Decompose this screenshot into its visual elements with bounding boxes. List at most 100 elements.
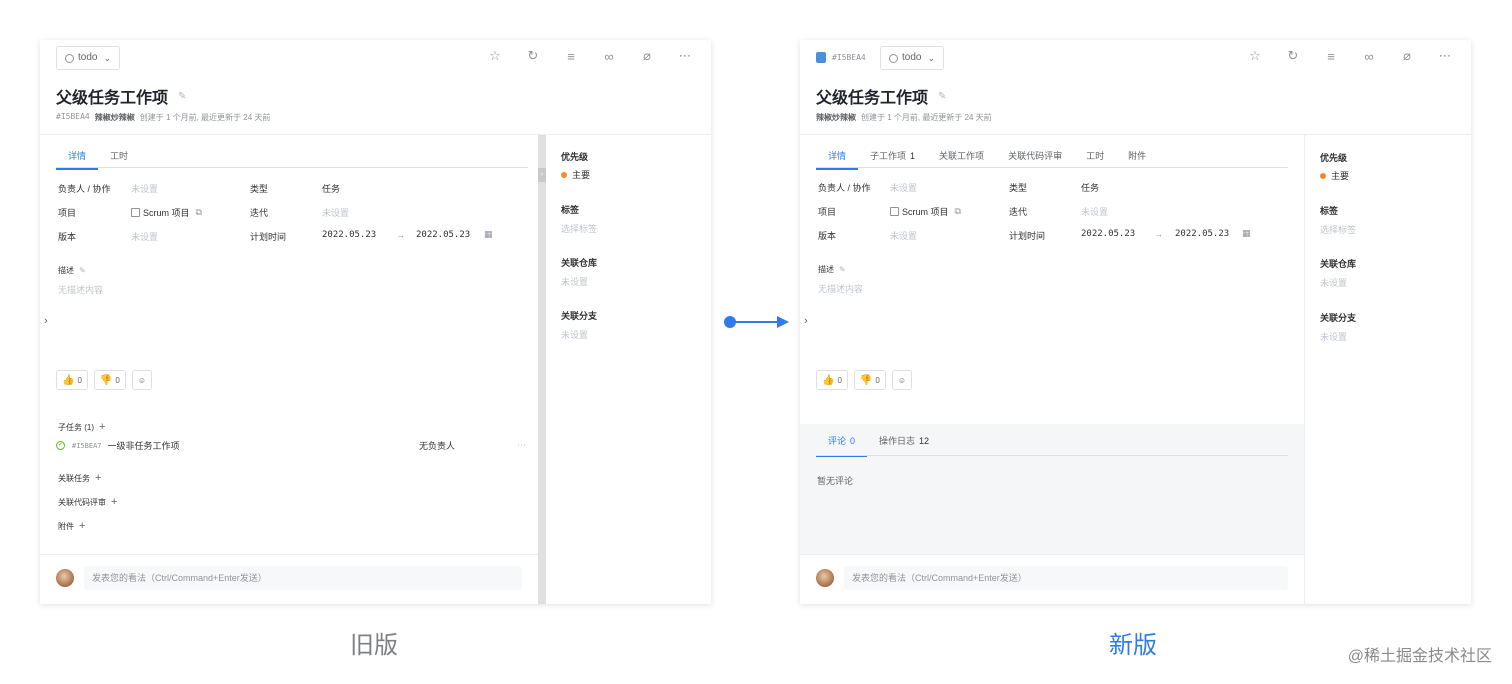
repo-value[interactable]: 未设置 bbox=[1320, 276, 1347, 289]
paperclip-icon[interactable]: ⌀ bbox=[1399, 48, 1415, 64]
more-icon[interactable]: ⋯ bbox=[677, 48, 693, 64]
link-icon[interactable]: ∞ bbox=[1361, 48, 1377, 64]
main-content: 详情 工时 负责人 / 协作 未设置 类型 任务 项目 Scrum 项目 ⧉ 迭… bbox=[40, 135, 538, 604]
expand-arrow-icon[interactable]: › bbox=[804, 315, 808, 327]
iteration-value[interactable]: 未设置 bbox=[1081, 205, 1108, 218]
subtask-row[interactable]: ✓ #I5BEA7 一级非任务工作项 无负责人 ⋯ bbox=[56, 439, 526, 452]
item-author[interactable]: 辣椒炒辣椒 bbox=[95, 112, 135, 123]
priority-label: 优先级 bbox=[1320, 153, 1348, 163]
tags-label: 标签 bbox=[1320, 206, 1339, 216]
status-dropdown[interactable]: todo ⌄ bbox=[880, 46, 945, 70]
project-value[interactable]: Scrum 项目 ⧉ bbox=[131, 206, 202, 219]
filter-icon[interactable]: ≡ bbox=[563, 48, 579, 64]
repo-value[interactable]: 未设置 bbox=[561, 275, 588, 288]
collapse-handle[interactable]: › bbox=[538, 168, 546, 182]
assignee-value[interactable]: 未设置 bbox=[890, 181, 917, 194]
project-value[interactable]: Scrum 项目 ⧉ bbox=[890, 205, 961, 218]
comment-input[interactable]: 发表您的看法（Ctrl/Command+Enter发送） bbox=[84, 566, 522, 590]
like-button[interactable]: 👍 0 bbox=[56, 370, 88, 390]
emoji-icon: ☺ bbox=[897, 375, 906, 385]
filter-icon[interactable]: ≡ bbox=[1323, 48, 1339, 64]
edit-icon[interactable]: ✎ bbox=[839, 265, 846, 274]
panel-header: #I5BEA4 todo ⌄ ☆ ↻ ≡ ∞ ⌀ ⋯ bbox=[800, 40, 1471, 76]
type-label: 类型 bbox=[1009, 183, 1028, 193]
assignee-value[interactable]: 未设置 bbox=[131, 182, 158, 195]
subtask-title[interactable]: 一级非任务工作项 bbox=[108, 439, 180, 452]
priority-dot bbox=[561, 171, 567, 178]
calendar-icon[interactable]: ▦ bbox=[1242, 228, 1251, 239]
emoji-button[interactable]: ☺ bbox=[891, 370, 912, 390]
like-button[interactable]: 👍 0 bbox=[816, 370, 848, 390]
plan-start[interactable]: 2022.05.23 bbox=[322, 230, 376, 240]
type-value[interactable]: 任务 bbox=[322, 182, 340, 195]
version-value[interactable]: 未设置 bbox=[890, 229, 917, 242]
star-icon[interactable]: ☆ bbox=[1247, 48, 1263, 64]
priority-value[interactable]: 主要 bbox=[561, 168, 590, 181]
comment-input[interactable]: 发表您的看法（Ctrl/Command+Enter发送） bbox=[844, 566, 1288, 590]
star-icon[interactable]: ☆ bbox=[487, 48, 503, 64]
refresh-icon[interactable]: ↻ bbox=[525, 48, 541, 64]
version-label: 版本 bbox=[58, 232, 77, 242]
plan-label: 计划时间 bbox=[1009, 231, 1046, 241]
emoji-button[interactable]: ☺ bbox=[131, 370, 152, 390]
subtask-assignee[interactable]: 无负责人 bbox=[419, 439, 455, 452]
branch-value[interactable]: 未设置 bbox=[561, 328, 588, 341]
repo-label: 关联仓库 bbox=[561, 258, 598, 268]
iteration-value[interactable]: 未设置 bbox=[322, 206, 349, 219]
edit-icon[interactable]: ✎ bbox=[178, 91, 186, 102]
branch-value[interactable]: 未设置 bbox=[1320, 330, 1347, 343]
check-icon: ✓ bbox=[56, 441, 65, 450]
dislike-button[interactable]: 👎 0 bbox=[93, 370, 126, 390]
edit-icon[interactable]: ✎ bbox=[938, 91, 946, 102]
link-icon[interactable]: ∞ bbox=[601, 48, 617, 64]
more-icon[interactable]: ⋯ bbox=[517, 440, 526, 451]
tab-count: 0 bbox=[850, 436, 856, 446]
plan-start[interactable]: 2022.05.23 bbox=[1081, 229, 1135, 239]
comment-tabs: 评论 0 操作日志 12 bbox=[816, 434, 941, 457]
tab-activity-log[interactable]: 操作日志 12 bbox=[867, 434, 941, 457]
item-info: 创建于 1 个月前, 最近更新于 24 天前 bbox=[139, 113, 271, 122]
edit-icon[interactable]: ✎ bbox=[79, 266, 86, 275]
status-dropdown[interactable]: todo ⌄ bbox=[56, 46, 121, 70]
expand-arrow-icon[interactable]: › bbox=[44, 315, 48, 327]
priority-label: 优先级 bbox=[561, 152, 589, 162]
plan-end[interactable]: 2022.05.23 bbox=[1175, 229, 1229, 239]
tags-label: 标签 bbox=[561, 205, 580, 215]
description-value: 无描述内容 bbox=[818, 284, 864, 294]
add-related-task-icon[interactable]: + bbox=[95, 472, 101, 484]
thumbs-down-icon: 👎 bbox=[859, 374, 873, 386]
plan-end[interactable]: 2022.05.23 bbox=[416, 230, 470, 240]
calendar-icon[interactable]: ▦ bbox=[484, 229, 493, 240]
iteration-label: 迭代 bbox=[250, 208, 269, 218]
add-subtask-icon[interactable]: + bbox=[99, 421, 105, 433]
paperclip-icon[interactable]: ⌀ bbox=[639, 48, 655, 64]
iteration-label: 迭代 bbox=[1009, 207, 1028, 217]
tab-label: 附件 bbox=[1128, 151, 1147, 161]
tab-comments[interactable]: 评论 0 bbox=[816, 434, 868, 457]
tab-label: 详情 bbox=[828, 151, 847, 161]
item-meta: 辣椒炒辣椒 创建于 1 个月前, 最近更新于 24 天前 bbox=[816, 112, 992, 123]
version-label: 版本 bbox=[818, 231, 837, 241]
more-icon[interactable]: ⋯ bbox=[1437, 48, 1453, 64]
old-version-caption: 旧版 bbox=[350, 632, 398, 659]
type-value[interactable]: 任务 bbox=[1081, 181, 1099, 194]
scrollbar[interactable] bbox=[538, 135, 546, 604]
dislike-count: 0 bbox=[875, 375, 880, 385]
refresh-icon[interactable]: ↻ bbox=[1285, 48, 1301, 64]
add-review-icon[interactable]: + bbox=[111, 496, 117, 508]
external-link-icon[interactable]: ⧉ bbox=[196, 207, 202, 218]
version-value[interactable]: 未设置 bbox=[131, 230, 158, 243]
tab-label: 操作日志 bbox=[879, 436, 916, 446]
tab-label: 评论 bbox=[828, 436, 847, 446]
description-title: 描述 bbox=[58, 266, 74, 275]
side-panel: 优先级 主要 标签 选择标签 关联仓库 未设置 关联分支 未设置 bbox=[546, 135, 711, 604]
external-link-icon[interactable]: ⧉ bbox=[955, 206, 961, 217]
dislike-button[interactable]: 👎 0 bbox=[853, 370, 886, 390]
item-author[interactable]: 辣椒炒辣椒 bbox=[816, 112, 856, 123]
add-attachment-icon[interactable]: + bbox=[79, 520, 85, 532]
priority-value[interactable]: 主要 bbox=[1320, 169, 1349, 182]
tags-value[interactable]: 选择标签 bbox=[1320, 223, 1356, 236]
status-circle-icon bbox=[65, 53, 74, 63]
title-text: 父级任务工作项 bbox=[816, 90, 929, 107]
tags-value[interactable]: 选择标签 bbox=[561, 222, 597, 235]
